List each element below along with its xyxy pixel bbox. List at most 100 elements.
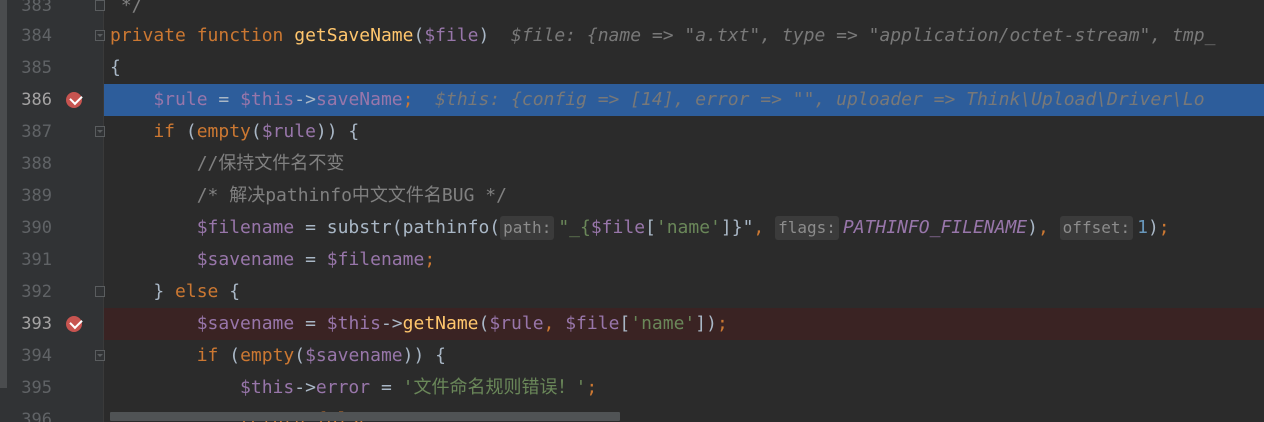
code-token: = xyxy=(380,377,403,398)
line-number: 384 xyxy=(21,26,52,46)
code-token: $file xyxy=(424,25,479,46)
code-line: 389 /* 解决pathinfo中文文件名BUG */ xyxy=(0,180,1264,212)
code-token: 'name' xyxy=(655,217,721,238)
code-token: if xyxy=(110,345,230,366)
code-token: ]}" xyxy=(720,217,754,238)
parameter-hint: flags: xyxy=(775,216,839,240)
code-token: $this xyxy=(240,89,295,110)
fold-toggle-icon[interactable] xyxy=(95,350,105,361)
code-token: -> xyxy=(294,89,316,110)
code-token: empty xyxy=(240,345,295,366)
code-token: $filename xyxy=(110,217,306,238)
code-token: , xyxy=(543,313,566,334)
code-token: ( xyxy=(185,121,197,142)
code-token: )) { xyxy=(402,345,446,366)
fold-toggle-icon[interactable] xyxy=(95,30,105,41)
code-token: error xyxy=(315,377,381,398)
code-token: ( xyxy=(294,345,306,366)
code-token: */ xyxy=(110,0,143,16)
code-token: = xyxy=(305,249,327,270)
current-execution-line: 386 $rule = $this->saveName; $this: {con… xyxy=(0,84,1264,116)
code-token: -> xyxy=(294,377,316,398)
code-token: getSaveName xyxy=(294,25,414,46)
code-token: [ xyxy=(645,217,656,238)
code-token: $rule xyxy=(110,89,219,110)
code-token: ; xyxy=(716,313,728,334)
code-token: ) xyxy=(478,25,512,46)
code-token: ( xyxy=(229,345,241,366)
code-token: '文件命名规则错误！' xyxy=(402,377,587,398)
breakpoint-icon[interactable] xyxy=(66,316,82,332)
breakpoint-icon[interactable] xyxy=(66,92,82,108)
code-token: $savename xyxy=(305,345,403,366)
line-number: 390 xyxy=(21,218,52,238)
code-token: $rule xyxy=(489,313,544,334)
code-token: else xyxy=(175,281,230,302)
code-line: 388 //保持文件名不变 xyxy=(0,148,1264,180)
code-token: = substr(pathinfo( xyxy=(305,217,501,238)
code-token: [ xyxy=(619,313,631,334)
breakpoint-line: 393 $savename = $this->getName($rule, $f… xyxy=(0,308,1264,340)
code-text[interactable]: if (empty($savename)) { xyxy=(110,340,1264,372)
code-token: ; xyxy=(402,89,436,110)
line-number: 385 xyxy=(21,58,52,78)
debug-inline-value: $file: {name => "a.txt", type => "applic… xyxy=(511,25,1216,46)
horizontal-scrollbar[interactable] xyxy=(110,412,620,421)
code-text[interactable]: } else { xyxy=(110,276,1264,308)
code-text[interactable]: if (empty($rule)) { xyxy=(110,116,1264,148)
line-number: 388 xyxy=(21,154,52,174)
code-token: $this xyxy=(110,377,295,398)
code-token: ; xyxy=(1158,217,1170,238)
code-token: $file xyxy=(565,313,620,334)
fold-end-icon[interactable] xyxy=(95,286,105,297)
line-number: 386 xyxy=(21,90,52,110)
code-line: 383 */ xyxy=(0,0,1264,22)
code-token: private xyxy=(110,25,197,46)
code-line: 385 { xyxy=(0,52,1264,84)
code-token: if xyxy=(110,121,186,142)
code-line: 384 private function getSaveName($file) … xyxy=(0,20,1264,52)
code-line: 391 $savename = $filename; xyxy=(0,244,1264,276)
code-text[interactable]: //保持文件名不变 xyxy=(110,148,1264,180)
code-token: $rule xyxy=(261,121,316,142)
code-token: $savename xyxy=(110,249,306,270)
code-token: function xyxy=(196,25,295,46)
line-number: 396 xyxy=(21,410,52,422)
code-text[interactable]: $this->error = '文件命名规则错误！'; xyxy=(110,372,1264,404)
parameter-hint: path: xyxy=(500,216,555,240)
code-token: ( xyxy=(250,121,262,142)
code-text[interactable]: */ xyxy=(110,0,1264,22)
code-token: { xyxy=(110,57,121,78)
code-token: , xyxy=(753,217,776,238)
fold-toggle-icon[interactable] xyxy=(95,126,105,137)
code-token: ; xyxy=(586,377,598,398)
line-number: 391 xyxy=(21,250,52,270)
parameter-hint: offset: xyxy=(1059,216,1134,240)
code-token: $savename xyxy=(110,313,306,334)
code-text[interactable]: $savename = $filename; xyxy=(110,244,1264,276)
code-token: = xyxy=(305,313,327,334)
code-token: ( xyxy=(478,313,490,334)
code-text[interactable]: $rule = $this->saveName; $this: {config … xyxy=(104,84,1264,116)
code-token: ; xyxy=(424,249,436,270)
code-editor[interactable]: 383 */ 384 private function getSaveName(… xyxy=(0,0,1264,422)
line-number: 383 xyxy=(21,0,52,16)
code-token: , xyxy=(1037,217,1060,238)
code-token: )) { xyxy=(315,121,360,142)
code-token: $this xyxy=(326,313,381,334)
code-text[interactable]: $filename = substr(pathinfo(path: "_{$fil… xyxy=(110,212,1264,244)
fold-end-icon[interactable] xyxy=(95,0,105,11)
code-token: empty xyxy=(196,121,251,142)
code-line: 394 if (empty($savename)) { xyxy=(0,340,1264,372)
code-token: $file xyxy=(590,217,646,238)
code-token: getName xyxy=(402,313,479,334)
code-text[interactable]: { xyxy=(110,52,1264,84)
line-number: 395 xyxy=(21,378,52,398)
code-text[interactable]: private function getSaveName($file) $fil… xyxy=(110,20,1264,52)
code-token: 1 xyxy=(1137,217,1148,238)
line-number: 389 xyxy=(21,186,52,206)
code-token: ( xyxy=(413,25,425,46)
code-token: ]) xyxy=(695,313,717,334)
code-text[interactable]: /* 解决pathinfo中文文件名BUG */ xyxy=(110,180,1264,212)
code-text[interactable]: $savename = $this->getName($rule, $file[… xyxy=(104,308,1264,340)
